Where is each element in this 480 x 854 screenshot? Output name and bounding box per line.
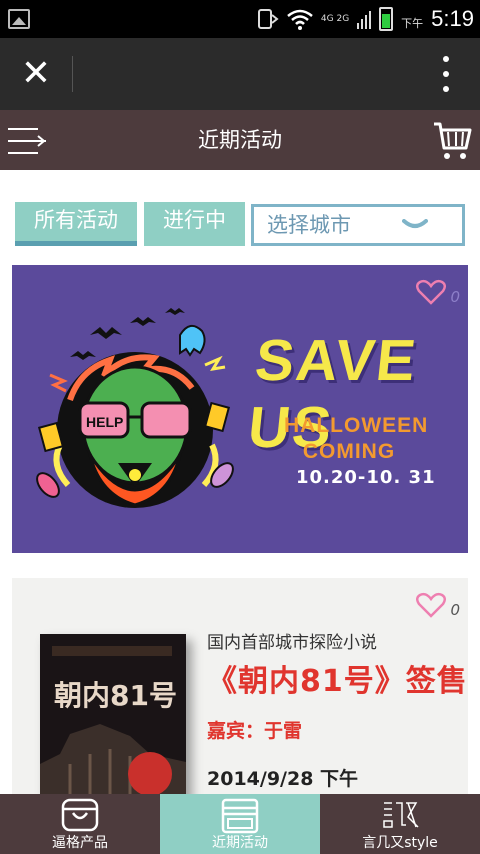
event-dates: 10.20-10. 31 [296,467,436,488]
ampm: 下午 [401,17,424,30]
heart-icon [416,279,447,305]
tab-ongoing[interactable]: 进行中 [144,202,245,246]
event-card-book-signing[interactable]: 0 朝内81号 国内首部城市探险小说 《朝内81号》签售 嘉宾：于雷 2014/… [12,578,468,794]
bag-icon [61,798,99,832]
close-icon[interactable]: ✕ [16,54,56,94]
mute-icon [257,9,279,29]
battery-icon [379,7,394,31]
chevron-down-icon [402,219,428,228]
tab-events[interactable]: 近期活动 [160,794,320,854]
page-title: 近期活动 [198,128,282,152]
tab-style-label: 言几又style [362,835,438,851]
more-vertical-icon[interactable] [442,56,450,92]
tab-products-label: 逼格产品 [52,835,108,851]
event-title: 《朝内81号》签售 [207,664,468,699]
event-guest: 嘉宾：于雷 [207,720,303,742]
like-count: 0 [450,601,460,619]
webview-toolbar: ✕ [0,38,480,110]
halloween-illustration: HELP [36,308,234,508]
app-header: 近期活动 [0,110,480,170]
like-count: 0 [450,288,460,306]
help-sign-text: HELP [86,414,123,430]
signal-icon [357,11,372,29]
tab-products[interactable]: 逼格产品 [0,794,160,854]
like-button[interactable]: 0 [416,592,460,618]
clock: 5:19 [431,6,474,31]
event-subtitle: 国内首部城市探险小说 [207,633,377,653]
tab-events-label: 近期活动 [212,835,268,851]
toolbar-divider [72,56,73,92]
book-cover-title: 朝内81号 [54,679,177,712]
tab-all-events[interactable]: 所有活动 [15,202,137,246]
status-indicators: 4G 2G 下午 5:19 [257,4,474,34]
tab-style[interactable]: 言几又style [320,794,480,854]
city-select[interactable]: 选择城市 [251,204,465,246]
network-type: 4G 2G [320,13,350,24]
city-select-label: 选择城市 [267,213,351,237]
gallery-notification-icon [8,9,30,29]
event-subheading-line1: HALLOWEEN [284,414,429,437]
book-cover-image: 朝内81号 [40,634,186,794]
bottom-nav: 逼格产品 近期活动 言几又style [0,794,480,854]
event-subheading-line2: COMING [302,440,396,463]
like-button[interactable]: 0 [416,279,460,305]
event-date: 2014/9/28 下午 [207,768,359,790]
brand-logo-icon [383,802,419,828]
cart-icon[interactable] [432,118,472,162]
heart-icon [416,592,447,618]
event-card-halloween[interactable]: 0 HELP SAVE US HALLOWEEN COMING 10.20-10… [12,265,468,553]
wifi-icon [287,9,313,30]
calendar-icon [221,798,259,834]
status-bar: 4G 2G 下午 5:19 [0,0,480,38]
filter-bar: 所有活动 进行中 选择城市 [15,202,465,248]
event-subheading: HALLOWEEN COMING [284,413,429,465]
